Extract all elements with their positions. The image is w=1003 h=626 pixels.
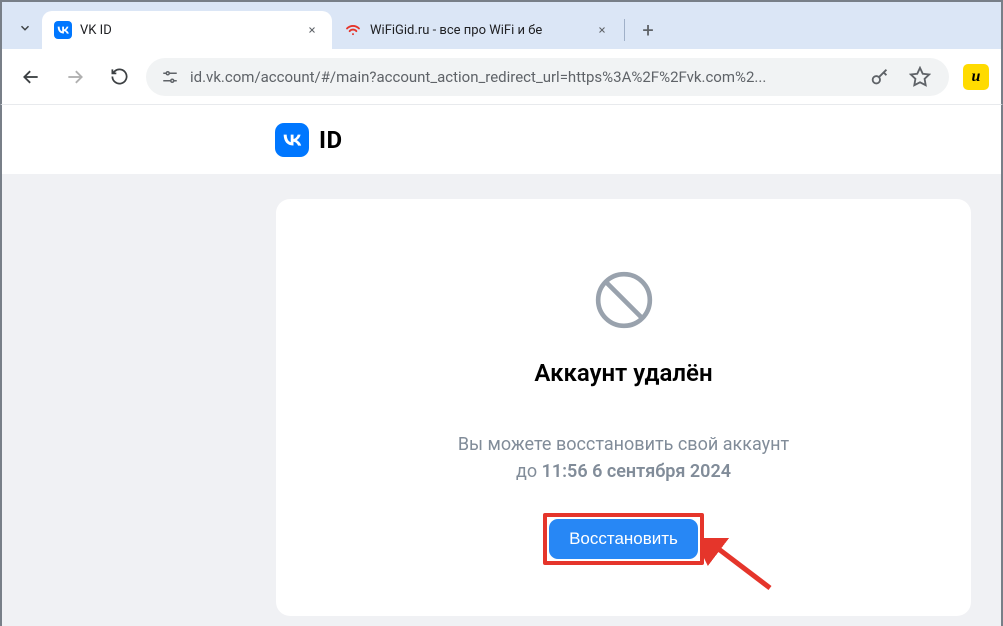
tab-search-button[interactable] bbox=[8, 11, 42, 49]
browser-tab-active[interactable]: VK ID bbox=[42, 11, 332, 49]
tab-close-button[interactable] bbox=[594, 22, 610, 38]
vk-logo-icon bbox=[275, 123, 309, 157]
card-description: Вы можете восстановить свой аккаунт до 1… bbox=[458, 431, 789, 485]
account-deleted-card: Аккаунт удалён Вы можете восстановить св… bbox=[276, 199, 971, 616]
tab-title: WiFiGid.ru - все про WiFi и бе bbox=[370, 23, 586, 38]
forward-button[interactable] bbox=[58, 60, 92, 94]
vk-id-header: ID bbox=[2, 105, 1001, 174]
password-key-icon[interactable] bbox=[865, 62, 895, 92]
site-controls-icon[interactable] bbox=[160, 67, 180, 87]
vk-favicon-icon bbox=[54, 21, 72, 39]
address-bar[interactable]: id.vk.com/account/#/main?account_action_… bbox=[146, 58, 949, 96]
desc-deadline: 11:56 6 сентября 2024 bbox=[542, 461, 731, 482]
bookmark-star-icon[interactable] bbox=[905, 62, 935, 92]
wifi-favicon-icon bbox=[344, 21, 362, 39]
desc-line1: Вы можете восстановить свой аккаунт bbox=[458, 434, 789, 455]
reload-button[interactable] bbox=[102, 60, 136, 94]
browser-tab-inactive[interactable]: WiFiGid.ru - все про WiFi и бе bbox=[332, 11, 622, 49]
tab-separator bbox=[624, 19, 625, 41]
brand-label: ID bbox=[319, 126, 343, 154]
browser-toolbar: id.vk.com/account/#/main?account_action_… bbox=[0, 49, 1003, 105]
content-area: Аккаунт удалён Вы можете восстановить св… bbox=[2, 174, 1001, 626]
browser-tab-strip: VK ID WiFiGid.ru - все про WiFi и бе + bbox=[0, 0, 1003, 49]
new-tab-button[interactable]: + bbox=[633, 15, 663, 45]
restore-button[interactable]: Восстановить bbox=[549, 519, 698, 559]
tab-title: VK ID bbox=[80, 23, 296, 38]
page-content: ID Аккаунт удалён Вы можете восстановить… bbox=[0, 105, 1003, 626]
desc-line2-prefix: до bbox=[516, 461, 542, 482]
prohibit-icon bbox=[593, 269, 655, 331]
back-button[interactable] bbox=[14, 60, 48, 94]
chevron-down-icon bbox=[18, 21, 32, 39]
tab-close-button[interactable] bbox=[304, 22, 320, 38]
card-title: Аккаунт удалён bbox=[534, 359, 712, 387]
url-text: id.vk.com/account/#/main?account_action_… bbox=[190, 68, 855, 86]
extension-badge[interactable]: u bbox=[963, 64, 989, 90]
annotation-highlight: Восстановить bbox=[543, 513, 704, 565]
